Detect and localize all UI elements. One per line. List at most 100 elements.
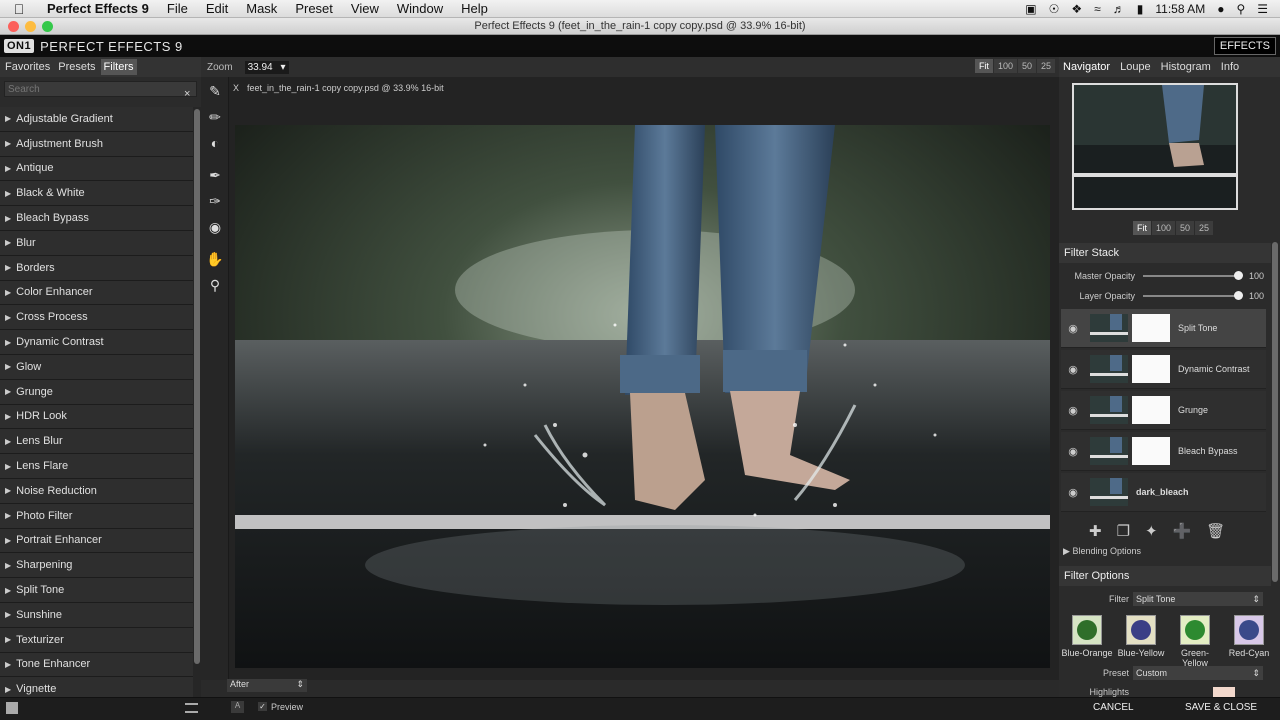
tab-info[interactable]: Info <box>1221 61 1239 73</box>
navigator-25-button[interactable]: 25 <box>1195 221 1214 235</box>
trash-icon[interactable]: 🗑 <box>1206 522 1225 540</box>
dropbox-icon[interactable]: ❖ <box>1071 2 1082 16</box>
clear-search-icon[interactable]: × <box>184 88 190 100</box>
filter-category-item[interactable]: ▶ Photo Filter <box>0 503 193 529</box>
filter-category-item[interactable]: ▶ Borders <box>0 255 193 281</box>
filter-category-item[interactable]: ▶ Bleach Bypass <box>0 206 193 231</box>
menu-preset[interactable]: Preset <box>286 1 342 16</box>
user-icon[interactable]: ● <box>1217 2 1224 16</box>
navigator-thumbnail[interactable] <box>1072 83 1238 210</box>
menu-help[interactable]: Help <box>452 1 497 16</box>
tab-navigator[interactable]: Navigator <box>1063 61 1110 73</box>
notifications-icon[interactable]: ☰ <box>1257 2 1268 16</box>
tab-filters[interactable]: Filters <box>100 59 137 75</box>
filter-category-item[interactable]: ▶ Sharpening <box>0 553 193 579</box>
filter-options-header[interactable]: Filter Options <box>1059 566 1271 586</box>
filter-category-item[interactable]: ▶ Black & White <box>0 181 193 207</box>
perfect-brush-icon[interactable]: ✏ <box>203 105 227 129</box>
blending-options[interactable]: ▶ Blending Options <box>1063 546 1141 557</box>
filter-category-item[interactable]: ▶ Blur <box>0 230 193 256</box>
search-input[interactable] <box>4 81 197 97</box>
view-25-button[interactable]: 25 <box>1036 59 1055 73</box>
filter-category-item[interactable]: ▶ Color Enhancer <box>0 280 193 306</box>
filter-category-item[interactable]: ▶ Split Tone <box>0 578 193 603</box>
filter-list-scrollbar[interactable] <box>193 107 201 697</box>
zoom-tool-icon[interactable]: ⚲ <box>203 273 227 297</box>
filter-category-item[interactable]: ▶ Portrait Enhancer <box>0 528 193 554</box>
view-fit-button[interactable]: Fit <box>974 59 993 73</box>
tab-presets[interactable]: Presets <box>55 59 98 75</box>
filter-category-item[interactable]: ▶ Lens Blur <box>0 429 193 455</box>
layer-dynamic-contrast[interactable]: ◉ Dynamic Contrast <box>1061 350 1266 389</box>
clock[interactable]: 11:58 AM <box>1155 2 1205 16</box>
layer-grunge[interactable]: ◉ Grunge <box>1061 391 1266 430</box>
filter-category-item[interactable]: ▶ Sunshine <box>0 602 193 628</box>
menu-edit[interactable]: Edit <box>197 1 237 16</box>
masking-bug-icon[interactable]: ◐ <box>203 131 227 155</box>
filter-category-item[interactable]: ▶ Adjustable Gradient <box>0 107 193 132</box>
layer-mask[interactable] <box>1132 437 1170 465</box>
filter-category-item[interactable]: ▶ Cross Process <box>0 305 193 331</box>
filter-category-item[interactable]: ▶ Adjustment Brush <box>0 131 193 157</box>
compare-mode-select[interactable]: After ⇕ <box>227 679 307 692</box>
volume-icon[interactable]: ♬ <box>1113 2 1125 16</box>
close-window-button[interactable] <box>8 21 19 32</box>
layer-mask[interactable] <box>1132 396 1170 424</box>
list-view-icon[interactable] <box>185 703 198 713</box>
tab-loupe[interactable]: Loupe <box>1120 61 1151 73</box>
zoom-window-button[interactable] <box>42 21 53 32</box>
view-100-button[interactable]: 100 <box>993 59 1017 73</box>
add-mask-icon[interactable]: ➕ <box>1173 522 1192 540</box>
filter-category-item[interactable]: ▶ HDR Look <box>0 404 193 430</box>
apple-icon[interactable]:  <box>0 1 38 17</box>
sync-icon[interactable]: ☉ <box>1049 2 1060 16</box>
cancel-button[interactable]: CANCEL <box>1093 702 1134 713</box>
eye-icon[interactable]: ◉ <box>1061 363 1085 376</box>
layer-dark-bleach[interactable]: ◉ dark_bleach <box>1061 473 1266 512</box>
preset-green-yellow[interactable]: Green-Yellow <box>1169 615 1221 668</box>
document-tab[interactable]: X feet_in_the_rain-1 copy copy.psd @ 33.… <box>229 79 444 97</box>
before-after-toggle[interactable]: A <box>231 701 244 713</box>
menu-file[interactable]: File <box>158 1 197 16</box>
preview-checkbox[interactable]: ✓ <box>258 702 267 711</box>
paint-bucket-icon[interactable]: ◉ <box>203 215 227 239</box>
eye-icon[interactable]: ◉ <box>1061 322 1085 335</box>
zoom-field[interactable]: 33.94 ▾ <box>244 60 289 74</box>
filter-category-item[interactable]: ▶ Texturizer <box>0 627 193 653</box>
filter-category-item[interactable]: ▶ Glow <box>0 354 193 380</box>
menu-view[interactable]: View <box>342 1 388 16</box>
hand-tool-icon[interactable]: ✋ <box>203 247 227 271</box>
eye-icon[interactable]: ◉ <box>1061 404 1085 417</box>
effects-mode-button[interactable]: EFFECTS <box>1213 37 1276 55</box>
preset-blue-orange[interactable]: Blue-Orange <box>1061 615 1113 668</box>
image-canvas[interactable] <box>235 125 1050 668</box>
eye-icon[interactable]: ◉ <box>1061 486 1085 499</box>
preset-blue-yellow[interactable]: Blue-Yellow <box>1115 615 1167 668</box>
layer-mask[interactable] <box>1132 355 1170 383</box>
view-50-button[interactable]: 50 <box>1017 59 1036 73</box>
menu-window[interactable]: Window <box>388 1 452 16</box>
layer-opacity-slider[interactable] <box>1143 291 1243 300</box>
navigator-fit-button[interactable]: Fit <box>1133 221 1151 235</box>
single-view-icon[interactable] <box>6 702 18 714</box>
filter-select[interactable]: Split Tone ⇕ <box>1133 592 1263 606</box>
menu-app-name[interactable]: Perfect Effects 9 <box>38 1 158 16</box>
highlights-color-swatch[interactable] <box>1213 687 1235 697</box>
tab-histogram[interactable]: Histogram <box>1161 61 1211 73</box>
add-layer-icon[interactable]: ✚ <box>1089 522 1102 540</box>
retouch-brush-icon[interactable]: ✒ <box>203 163 227 187</box>
adjustment-brush-icon[interactable]: ✎ <box>203 79 227 103</box>
navigator-50-button[interactable]: 50 <box>1176 221 1195 235</box>
clone-stamp-icon[interactable]: ✑ <box>203 189 227 213</box>
tab-favorites[interactable]: Favorites <box>2 59 53 75</box>
wifi-icon[interactable]: ≈ <box>1094 2 1101 16</box>
layer-mask[interactable] <box>1132 314 1170 342</box>
filter-category-item[interactable]: ▶ Grunge <box>0 379 193 405</box>
close-document-icon[interactable]: X <box>233 83 239 93</box>
right-panel-scrollbar[interactable] <box>1271 242 1279 582</box>
master-opacity-slider[interactable] <box>1143 271 1243 280</box>
filter-stack-header[interactable]: Filter Stack <box>1059 243 1271 263</box>
duplicate-layer-icon[interactable]: ❐ <box>1117 522 1130 540</box>
battery-icon[interactable]: ▮ <box>1137 2 1144 16</box>
filter-category-item[interactable]: ▶ Dynamic Contrast <box>0 330 193 355</box>
